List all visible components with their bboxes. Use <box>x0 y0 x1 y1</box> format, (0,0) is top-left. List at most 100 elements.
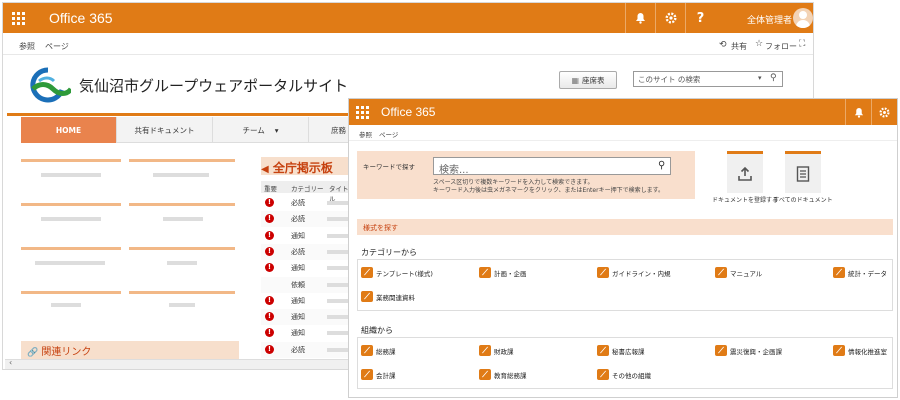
keyword-search-label: キーワードで探す <box>363 163 415 171</box>
tag-link-icon: ⟋ <box>479 369 491 380</box>
tab-browse[interactable]: 参照 <box>19 41 35 52</box>
upload-tile[interactable] <box>727 151 763 193</box>
board-header-row: 重要 カテゴリー タイトル <box>261 181 353 203</box>
link-item[interactable] <box>163 217 203 221</box>
tag-label: 情報化推進室 <box>848 347 887 356</box>
brand-title[interactable]: Office 365 <box>381 105 435 119</box>
category-link[interactable]: ⟋ 業務関連資料 <box>361 291 415 302</box>
all-documents-tile-label[interactable]: すべてのドキュメント <box>768 195 838 204</box>
tab-browse[interactable]: 参照 <box>359 129 372 139</box>
follow-button[interactable]: フォロー <box>765 41 797 52</box>
bell-icon[interactable] <box>845 99 871 125</box>
tag-link-icon: ⟋ <box>833 267 845 278</box>
tag-link-icon: ⟋ <box>715 345 727 356</box>
board-row[interactable]: 依頼 <box>261 276 353 293</box>
link-item[interactable] <box>41 173 101 177</box>
bell-icon[interactable] <box>625 3 655 33</box>
nav-shared-documents[interactable]: 共有ドキュメント <box>117 117 213 143</box>
app-launcher-icon[interactable] <box>349 99 375 125</box>
link-item[interactable] <box>169 303 195 307</box>
tag-link-icon: ⟋ <box>833 345 845 356</box>
tab-page[interactable]: ページ <box>379 129 398 139</box>
board-row[interactable]: ! 必読 <box>261 195 353 211</box>
board-row[interactable]: ! 通知 <box>261 325 353 341</box>
org-link[interactable]: ⟋ 会計課 <box>361 369 396 380</box>
org-section-title: 組織から <box>361 326 393 335</box>
search-icon[interactable]: ⚲ <box>658 160 665 171</box>
share-button[interactable]: 共有 <box>731 41 747 52</box>
important-icon: ! <box>265 214 274 224</box>
upload-icon <box>738 166 752 181</box>
user-name[interactable]: 全体管理者 <box>747 13 792 26</box>
category-section-title: カテゴリーから <box>361 248 417 257</box>
directory-button[interactable]: ▦ 座席表 <box>559 71 617 89</box>
board-row[interactable]: ! 通知 <box>261 309 353 326</box>
site-title[interactable]: 気仙沼市グループウェアポータルサイト <box>79 75 348 96</box>
tag-label: 業務関連資料 <box>376 293 415 302</box>
board-row[interactable]: ! 必読 <box>261 341 353 358</box>
tag-label: その他の組織 <box>612 371 651 380</box>
document-center-window: Office 365 参照 ページ キーワードで探す 検索... ⚲ スペース区… <box>348 98 898 398</box>
link-item[interactable] <box>41 217 101 221</box>
bulletin-board-title[interactable]: ◀ 全庁掲示板 <box>261 159 333 176</box>
tag-label: 財政課 <box>494 347 514 356</box>
org-link[interactable]: ⟋ 総務課 <box>361 345 396 356</box>
category-link[interactable]: ⟋ テンプレート(様式) <box>361 267 433 278</box>
search-icon[interactable]: ⚲ <box>770 73 777 83</box>
avatar[interactable] <box>793 8 813 28</box>
board-row-category: 必読 <box>291 199 305 207</box>
star-icon[interactable]: ☆ <box>755 39 763 49</box>
site-search-input[interactable]: このサイト の検索 ▾ ⚲ <box>633 71 783 87</box>
share-icon[interactable]: ⟲ <box>719 40 727 50</box>
col-important[interactable]: 重要 <box>264 183 277 193</box>
org-link[interactable]: ⟋ 情報化推進室 <box>833 345 887 356</box>
board-row[interactable]: ! 通知 <box>261 228 353 244</box>
link-item[interactable] <box>35 261 105 265</box>
org-link[interactable]: ⟋ 教育総務課 <box>479 369 527 380</box>
board-row[interactable]: ! 必読 <box>261 211 353 228</box>
site-logo-icon[interactable] <box>25 67 74 103</box>
link-item[interactable] <box>153 173 209 177</box>
board-row-category: 必読 <box>291 215 305 224</box>
category-link[interactable]: ⟋ マニュアル <box>715 267 762 278</box>
important-icon: ! <box>265 246 274 256</box>
category-link[interactable]: ⟋ ガイドライン・内規 <box>597 267 671 278</box>
tag-link-icon: ⟋ <box>597 345 609 356</box>
org-link[interactable]: ⟋ 財政課 <box>479 345 514 356</box>
scroll-left-icon[interactable]: ‹ <box>9 358 12 367</box>
org-link[interactable]: ⟋ 震災復興・企画課 <box>715 345 782 356</box>
col-category[interactable]: カテゴリー <box>291 183 324 193</box>
nav-team[interactable]: チーム ▾ <box>213 117 309 143</box>
tag-link-icon: ⟋ <box>597 267 609 278</box>
help-icon[interactable]: ? <box>685 3 715 33</box>
org-link[interactable]: ⟋ 秘書広報課 <box>597 345 645 356</box>
link-item[interactable] <box>167 261 197 265</box>
brand-title[interactable]: Office 365 <box>49 10 113 26</box>
directory-icon: ▦ <box>571 75 580 85</box>
bulletin-board-label: 全庁掲示板 <box>272 161 333 175</box>
search-scope-dropdown-icon[interactable]: ▾ <box>758 74 762 82</box>
help-line-2: キーワード入力後は虫メガネマークをクリック、またはEnterキー押下で検索します… <box>433 187 664 194</box>
related-links-header[interactable]: 🔗 関連リンク <box>21 341 239 359</box>
keyword-search-input[interactable]: 検索... ⚲ <box>433 157 671 176</box>
org-link[interactable]: ⟋ その他の組織 <box>597 369 651 380</box>
nav-home[interactable]: HOME <box>21 117 117 143</box>
category-link[interactable]: ⟋ 統計・データ <box>833 267 887 278</box>
horizontal-scrollbar[interactable]: ‹ <box>5 358 350 369</box>
tab-page[interactable]: ページ <box>45 41 69 52</box>
related-links-label: 関連リンク <box>41 347 92 358</box>
gear-icon[interactable] <box>871 99 897 125</box>
link-item[interactable] <box>51 303 81 307</box>
board-row[interactable]: ! 通知 <box>261 293 353 309</box>
tag-label: 震災復興・企画課 <box>730 347 782 356</box>
all-documents-tile[interactable] <box>785 151 821 193</box>
ribbon: 参照 ページ <box>349 125 897 141</box>
category-link[interactable]: ⟋ 計画・企画 <box>479 267 527 278</box>
tag-link-icon: ⟋ <box>361 291 373 302</box>
board-row[interactable]: ! 必読 <box>261 243 353 260</box>
board-row[interactable]: ! 通知 <box>261 260 353 276</box>
board-row-category: 通知 <box>291 264 305 273</box>
focus-icon[interactable]: ⛶ <box>799 39 805 49</box>
app-launcher-icon[interactable] <box>3 3 33 33</box>
gear-icon[interactable] <box>655 3 685 33</box>
